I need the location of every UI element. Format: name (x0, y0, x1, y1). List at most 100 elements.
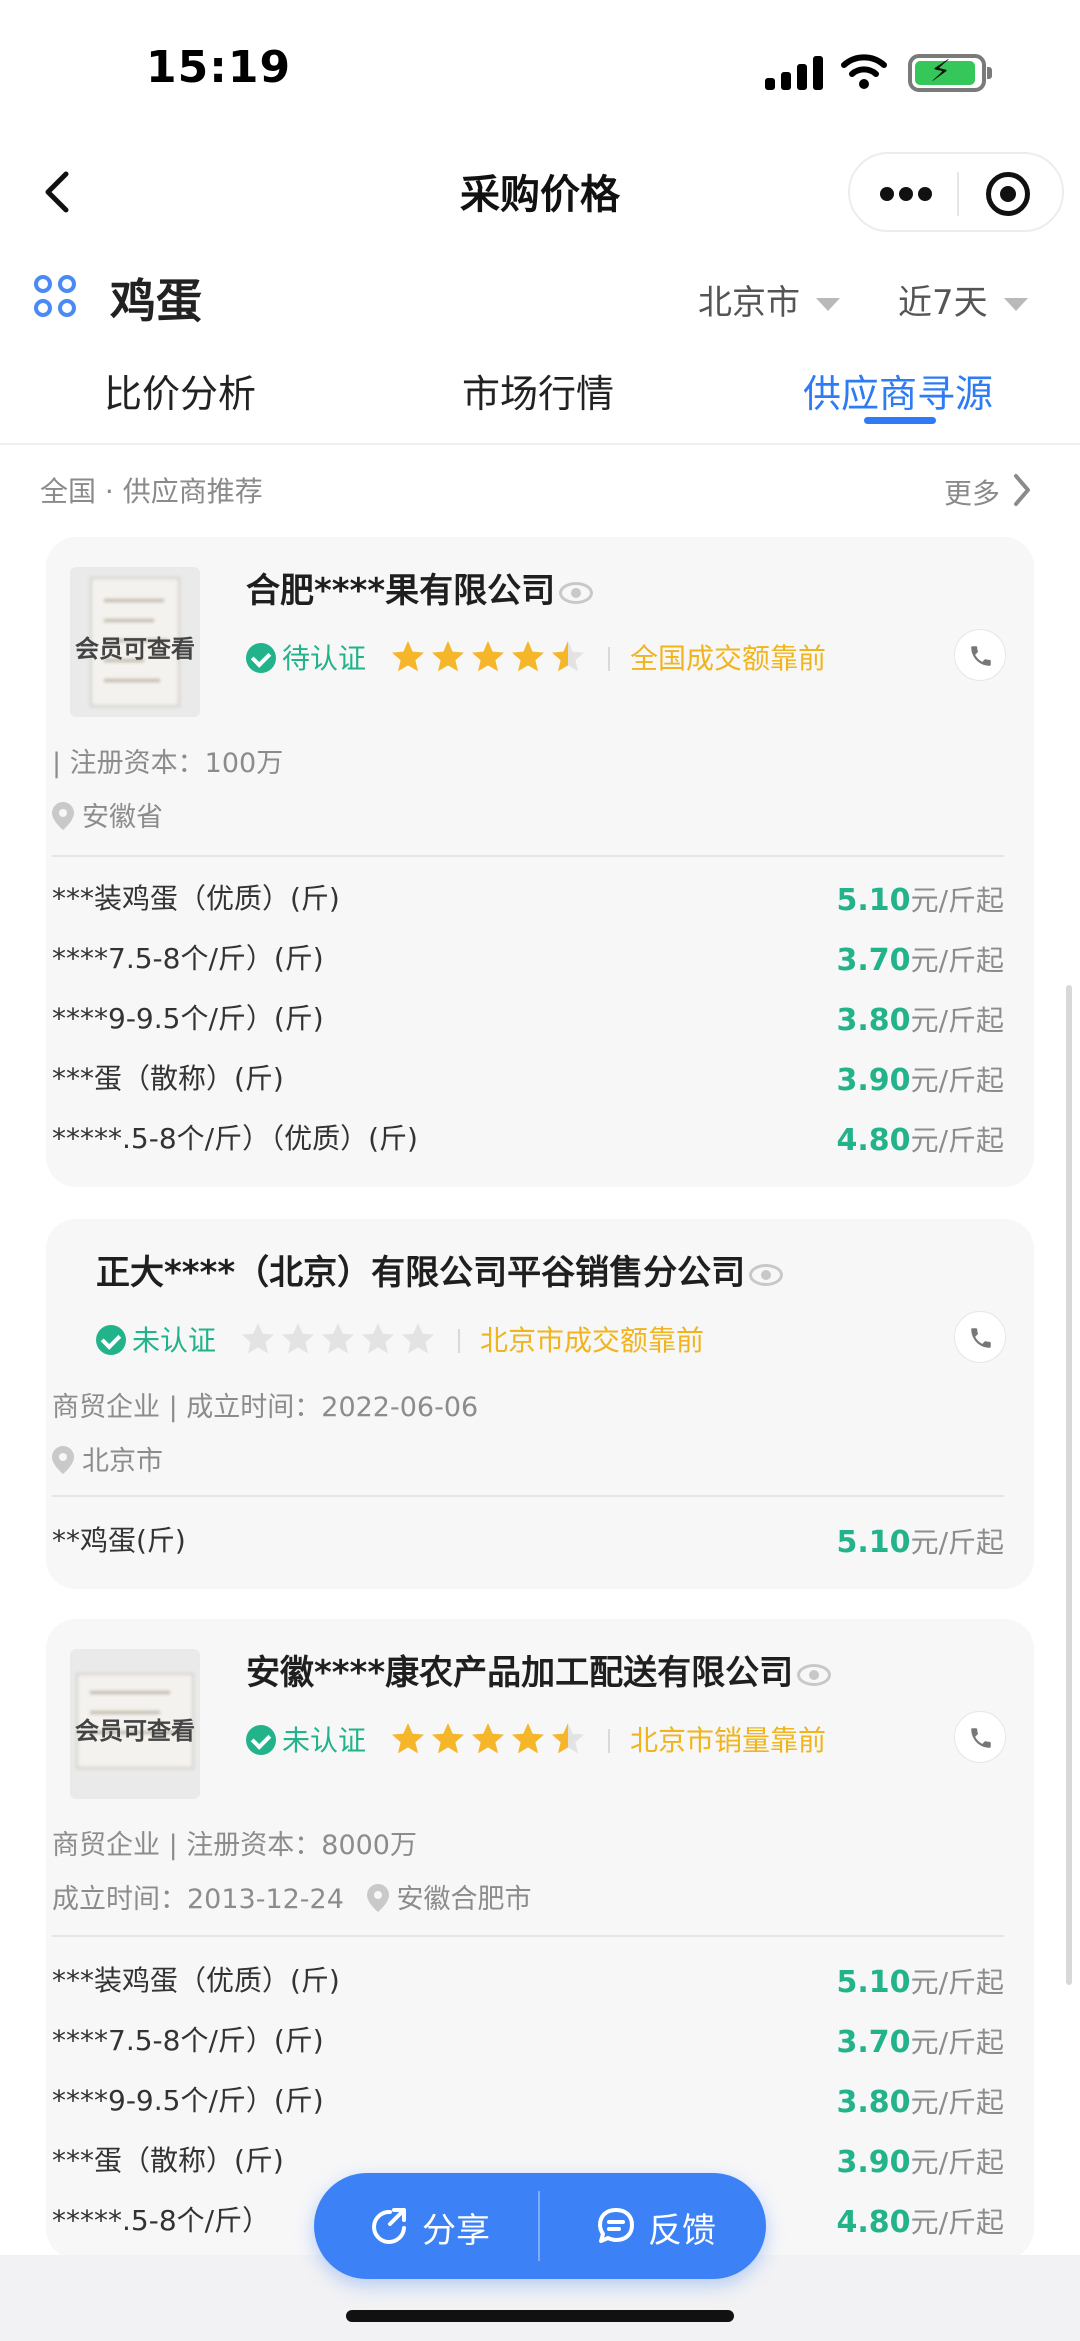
tab-supplier-sourcing[interactable]: 供应商寻源 (803, 363, 993, 418)
location: 安徽省 (52, 795, 163, 834)
phone-button[interactable] (954, 629, 1006, 681)
category-icon[interactable] (34, 275, 78, 319)
company-type-capital: 商贸企业 | 注册资本：8000万 (52, 1830, 417, 1861)
eye-icon[interactable] (559, 581, 594, 604)
location-text: 北京市 (82, 1446, 163, 1477)
tab-market-trend[interactable]: 市场行情 (462, 363, 614, 418)
supplier-card[interactable]: 会员可查看 安徽****康农产品加工配送有限公司 未认证 北京市销量靠前 商贸企… (46, 1619, 1034, 2259)
product-item-name[interactable]: ****7.5-8个/斤）(斤) (52, 937, 324, 977)
star-icon (392, 641, 424, 672)
product-item-name[interactable]: ***蛋（散称）(斤) (52, 2139, 284, 2179)
company-type-founded: 商贸企业 | 成立时间：2022-06-06 (52, 1392, 479, 1423)
period-filter[interactable]: 近7天 (898, 275, 1028, 324)
company-name[interactable]: 正大****（北京）有限公司平谷销售分公司 (96, 1245, 784, 1294)
phone-icon (971, 1728, 991, 1748)
home-indicator (346, 2310, 734, 2322)
phone-button[interactable] (954, 1311, 1006, 1363)
product-item-name[interactable]: ***装鸡蛋（优质）(斤) (52, 877, 340, 917)
tab-price-comparison[interactable]: 比价分析 (104, 363, 256, 418)
company-name[interactable]: 合肥****果有限公司 (246, 563, 594, 612)
location: 北京市 (52, 1439, 163, 1478)
certification-badge: 未认证 (246, 1719, 366, 1759)
product-item-price: 3.90元/斤起 (836, 1063, 1004, 1098)
product-name: 鸡蛋 (110, 274, 202, 328)
cellular-signal-icon (765, 56, 823, 90)
location-pin-icon (366, 1884, 389, 1912)
company-name-text: 正大****（北京）有限公司平谷销售分公司 (96, 1253, 746, 1293)
supplier-card[interactable]: 会员可查看 合肥****果有限公司 待认证 全国成交额靠前 | 注册资本：100… (46, 537, 1034, 1187)
eye-icon[interactable] (797, 1663, 832, 1686)
product-item-name[interactable]: **鸡蛋(斤) (52, 1519, 186, 1559)
phone-icon (971, 646, 991, 666)
product-item-price: 3.70元/斤起 (836, 943, 1004, 978)
section-title: 全国 · 供应商推荐 (40, 475, 263, 508)
verified-icon (96, 1325, 126, 1355)
license-thumbnail[interactable]: 会员可查看 (70, 1649, 200, 1799)
star-icon (552, 1723, 584, 1754)
verified-icon (246, 1725, 276, 1755)
product-item-price: 3.80元/斤起 (836, 2085, 1004, 2120)
star-icon (512, 641, 544, 672)
star-icon (392, 1723, 424, 1754)
product-item-price: 3.80元/斤起 (836, 1003, 1004, 1038)
star-icon (402, 1323, 434, 1354)
star-icon (552, 641, 584, 672)
star-icon (472, 1723, 504, 1754)
product-item-price: 3.70元/斤起 (836, 2025, 1004, 2060)
company-name-text: 安徽****康农产品加工配送有限公司 (246, 1653, 794, 1693)
star-icon (362, 1323, 394, 1354)
certification-badge: 待认证 (246, 637, 366, 677)
chevron-down-icon (816, 298, 840, 311)
share-button[interactable]: 分享 (314, 2173, 538, 2279)
product-item-price: 5.10元/斤起 (836, 1525, 1004, 1560)
status-bar: 15:19 ⚡ (0, 0, 1080, 140)
scrollbar[interactable] (1066, 985, 1072, 1985)
product-item-price: 3.90元/斤起 (836, 2145, 1004, 2180)
product-item-name[interactable]: *****.5-8个/斤） (52, 2199, 270, 2239)
miniprogram-capsule (848, 152, 1064, 232)
verified-icon (246, 643, 276, 673)
product-item-price: 5.10元/斤起 (836, 1965, 1004, 2000)
product-item-name[interactable]: ****9-9.5个/斤）(斤) (52, 2079, 324, 2119)
region-filter[interactable]: 北京市 (698, 275, 840, 324)
battery-icon: ⚡ (908, 54, 992, 92)
supplier-card[interactable]: 正大****（北京）有限公司平谷销售分公司 未认证 北京市成交额靠前 商贸企业 … (46, 1219, 1034, 1589)
members-only-label: 会员可查看 (75, 635, 195, 663)
rank-tag: 北京市成交额靠前 (480, 1324, 705, 1357)
phone-button[interactable] (954, 1711, 1006, 1763)
chevron-right-icon[interactable] (1010, 470, 1034, 510)
product-item-name[interactable]: ****9-9.5个/斤）(斤) (52, 997, 324, 1037)
product-item-name[interactable]: *****.5-8个/斤）（优质）(斤) (52, 1117, 418, 1157)
product-row: 鸡蛋 北京市 近7天 (0, 255, 1080, 335)
region-filter-label: 北京市 (698, 283, 800, 323)
wifi-icon (841, 54, 887, 89)
feedback-label: 反馈 (648, 2211, 716, 2251)
product-item-price: 5.10元/斤起 (836, 883, 1004, 918)
phone-icon (971, 1328, 991, 1348)
more-link[interactable]: 更多 (944, 472, 1000, 512)
rank-tag: 全国成交额靠前 (630, 642, 827, 675)
star-icon (432, 1723, 464, 1754)
members-only-label: 会员可查看 (75, 1717, 195, 1745)
floating-action-bar: 分享 反馈 (314, 2173, 766, 2279)
status-time: 15:19 (146, 42, 292, 93)
license-thumbnail[interactable]: 会员可查看 (70, 567, 200, 717)
section-header: 全国 · 供应商推荐 更多 (0, 460, 1080, 520)
company-name[interactable]: 安徽****康农产品加工配送有限公司 (246, 1645, 832, 1694)
product-item-name[interactable]: ***蛋（散称）(斤) (52, 1057, 284, 1097)
location-pin-icon (52, 1446, 74, 1474)
feedback-icon (598, 2208, 634, 2243)
founded-and-location: 成立时间：2013-12-24 安徽合肥市 (52, 1877, 532, 1916)
more-menu-icon[interactable] (880, 187, 932, 201)
product-item-name[interactable]: ***装鸡蛋（优质）(斤) (52, 1959, 340, 1999)
certification-status: 未认证 (282, 1724, 367, 1757)
navigation-bar: 采购价格 (0, 140, 1080, 245)
star-icon (322, 1323, 354, 1354)
product-item-price: 4.80元/斤起 (836, 2205, 1004, 2240)
product-item-name[interactable]: ****7.5-8个/斤）(斤) (52, 2019, 324, 2059)
close-miniprogram-icon[interactable] (986, 172, 1030, 216)
feedback-button[interactable]: 反馈 (540, 2173, 764, 2279)
location-text: 安徽合肥市 (396, 1884, 532, 1915)
star-icon (432, 641, 464, 672)
eye-icon[interactable] (749, 1263, 784, 1286)
